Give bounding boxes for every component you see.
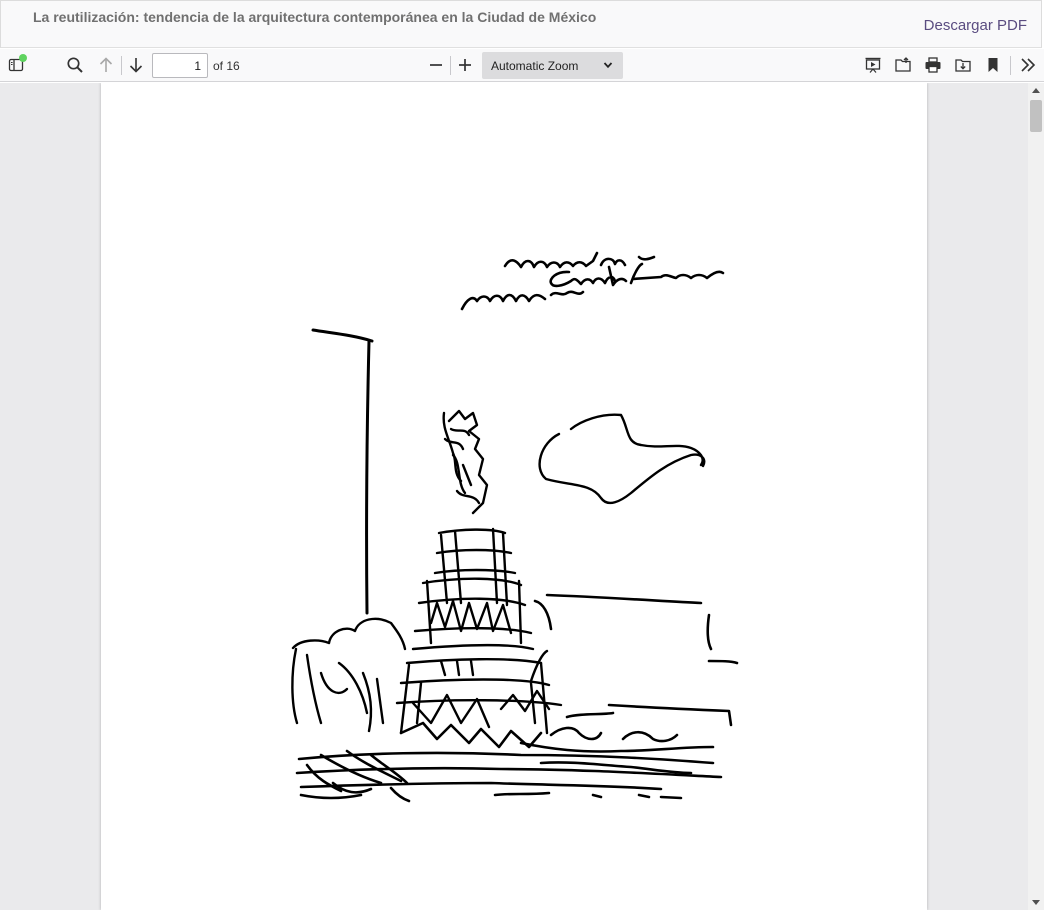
document-header: La reutilización: tendencia de la arquit… (0, 0, 1042, 48)
lamp-post (311, 328, 374, 615)
page-number-input[interactable] (152, 53, 208, 78)
next-page-icon (129, 58, 143, 73)
pdf-toolbar: of 16 Automatic Zoom (0, 49, 1044, 82)
scroll-up-button[interactable] (1028, 83, 1044, 97)
chevron-down-icon (603, 62, 613, 69)
bookmark-button[interactable] (981, 53, 1005, 77)
print-icon (925, 57, 941, 73)
notification-dot (19, 54, 27, 62)
open-file-button[interactable] (891, 53, 915, 77)
find-button[interactable] (63, 53, 87, 77)
caret-up-icon (1032, 88, 1040, 93)
previous-page-icon (99, 57, 113, 72)
toolbar-separator (450, 56, 451, 75)
right-building-sketch (533, 593, 739, 727)
pdf-page (101, 83, 927, 910)
search-icon (67, 57, 83, 73)
monument-sketch-drawing (291, 251, 739, 803)
bookmark-icon (988, 58, 998, 72)
zoom-out-button[interactable] (424, 53, 448, 77)
previous-page-button[interactable] (94, 53, 118, 77)
trees-sketch (291, 617, 407, 733)
scroll-down-button[interactable] (1028, 896, 1044, 910)
next-page-button[interactable] (124, 53, 148, 77)
handwritten-caption (460, 251, 725, 311)
plaza-ground-sketch (295, 721, 723, 803)
toolbar-separator (121, 56, 122, 75)
print-button[interactable] (921, 53, 945, 77)
download-icon (955, 59, 971, 72)
open-file-icon (895, 57, 911, 72)
toolbar-separator (1010, 56, 1011, 75)
monument-statue (442, 409, 489, 515)
zoom-in-icon (459, 59, 471, 71)
tools-button[interactable] (1016, 53, 1040, 77)
cloud-sketch (538, 413, 706, 505)
caret-down-icon (1032, 900, 1040, 905)
presentation-mode-button[interactable] (861, 53, 885, 77)
zoom-out-icon (430, 64, 442, 66)
zoom-in-button[interactable] (453, 53, 477, 77)
zoom-select-value: Automatic Zoom (491, 58, 579, 73)
presentation-mode-icon (865, 57, 881, 73)
page-count-label: of 16 (213, 59, 240, 73)
document-title: La reutilización: tendencia de la arquit… (33, 9, 597, 25)
pdf-viewer-area[interactable] (0, 83, 1028, 910)
scroll-thumb[interactable] (1030, 100, 1042, 132)
monument-pedestal (395, 527, 563, 735)
download-button[interactable] (951, 53, 975, 77)
download-pdf-link[interactable]: Descargar PDF (924, 17, 1027, 34)
tools-icon (1021, 58, 1036, 72)
vertical-scrollbar[interactable] (1028, 83, 1044, 910)
zoom-select[interactable]: Automatic Zoom (482, 52, 623, 79)
